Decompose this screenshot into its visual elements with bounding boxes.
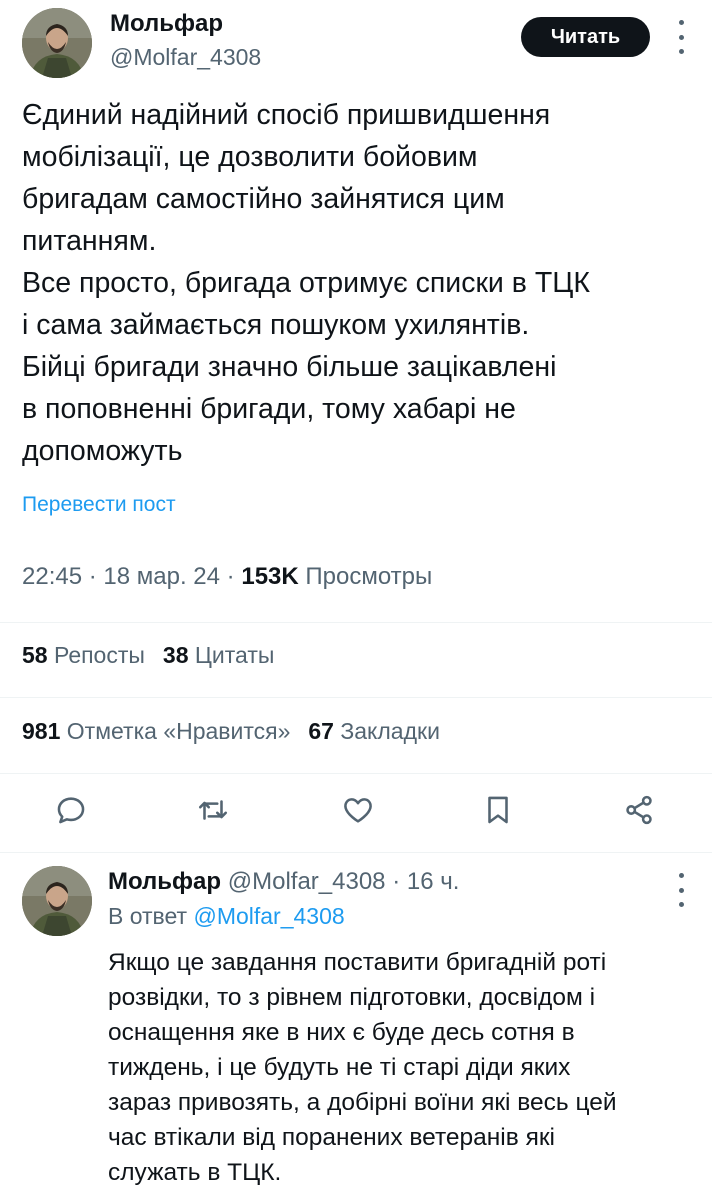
in-reply-prefix: В ответ [108, 903, 188, 929]
author-avatar[interactable] [22, 8, 92, 78]
tweet-text-line: Бійці бригади значно більше зацікавлені [22, 351, 557, 383]
share-icon[interactable] [619, 790, 659, 830]
separator-dot: · [88, 563, 104, 590]
more-options-icon[interactable] [676, 873, 686, 907]
tweet-text-line: і сама займається пошуком ухилянтів. [22, 309, 530, 341]
views-count: 153K [241, 563, 299, 590]
reply-age[interactable]: 16 ч. [407, 868, 460, 895]
reply-author-name[interactable]: Мольфар [108, 868, 221, 895]
divider [0, 697, 712, 698]
quotes-stat[interactable]: 38 Цитаты [163, 642, 274, 668]
reply-author-avatar[interactable] [22, 866, 92, 936]
reposts-label: Репосты [53, 642, 145, 668]
reply-text-line: тиждень, і це будуть не ті старі діди як… [108, 1054, 571, 1081]
reposts-quotes-row: 58 Репосты 38 Цитаты [22, 642, 274, 669]
tweet-meta: 22:45 · 18 мар. 24 · 153K Просмотры [22, 563, 432, 591]
more-options-icon[interactable] [676, 20, 686, 54]
retweet-icon[interactable] [193, 790, 233, 830]
likes-bookmarks-row: 981 Отметка «Нравится» 67 Закладки [22, 718, 440, 745]
tweet-text-line: мобілізації, це дозволити бойовим [22, 141, 478, 173]
bookmarks-stat[interactable]: 67 Закладки [308, 718, 440, 744]
tweet-text-line: Єдиний надійний спосіб пришвидшення [22, 99, 551, 131]
reply-text-line: Якщо це завдання поставити бригадній рот… [108, 949, 607, 976]
separator-dot: · [392, 868, 407, 895]
reply-text-line: служать в ТЦК. [108, 1159, 282, 1186]
divider [0, 622, 712, 623]
bookmarks-label: Закладки [340, 718, 440, 744]
reply-icon[interactable] [51, 790, 91, 830]
action-bar [0, 780, 712, 840]
reply-text: Якщо це завдання поставити бригадній рот… [108, 945, 698, 1190]
likes-stat[interactable]: 981 Отметка «Нравится» [22, 718, 290, 744]
tweet-text-line: допоможуть [22, 435, 183, 467]
divider [0, 852, 712, 853]
tweet-date[interactable]: 18 мар. 24 [103, 563, 220, 590]
tweet-text-line: Все просто, бригада отримує списки в ТЦК [22, 267, 590, 299]
author-handle[interactable]: @Molfar_4308 [110, 44, 261, 71]
like-icon[interactable] [338, 790, 378, 830]
divider [0, 773, 712, 774]
quotes-count: 38 [162, 642, 189, 668]
reposts-stat[interactable]: 58 Репосты [22, 642, 145, 668]
tweet-time[interactable]: 22:45 [22, 563, 82, 590]
translate-post-link[interactable]: Перевести пост [22, 493, 176, 517]
reply-text-line: розвідки, то з рівнем підготовки, досвід… [108, 984, 596, 1011]
bookmark-icon[interactable] [478, 790, 518, 830]
tweet-text: Єдиний надійний спосіб пришвидшення мобі… [22, 94, 702, 472]
reply-text-line: час втікали від поранених ветеранів які [108, 1124, 555, 1151]
bookmarks-count: 67 [308, 718, 334, 744]
follow-button[interactable]: Читать [521, 17, 650, 57]
likes-count: 981 [22, 718, 61, 744]
likes-label: Отметка «Нравится» [66, 718, 291, 744]
quotes-label: Цитаты [194, 642, 275, 668]
reply-header: Мольфар @Molfar_4308 · 16 ч. [108, 868, 459, 896]
tweet-text-line: питанням. [22, 225, 157, 257]
in-reply-handle[interactable]: @Molfar_4308 [193, 903, 344, 929]
reply-author-handle[interactable]: @Molfar_4308 [228, 868, 386, 895]
reply-text-line: оснащення яке в них є буде десь сотня в [108, 1019, 575, 1046]
separator-dot: · [226, 563, 242, 590]
in-reply-to: В ответ @Molfar_4308 [108, 903, 345, 930]
reposts-count: 58 [22, 642, 48, 668]
author-name[interactable]: Мольфар [110, 10, 223, 38]
views-label: Просмотры [305, 563, 433, 590]
tweet-text-line: бригадам самостійно зайнятися цим [22, 183, 505, 215]
tweet-text-line: в поповненні бригади, тому хабарі не [22, 393, 516, 425]
reply-text-line: зараз привозять, а добірні воїни які вес… [108, 1089, 617, 1116]
